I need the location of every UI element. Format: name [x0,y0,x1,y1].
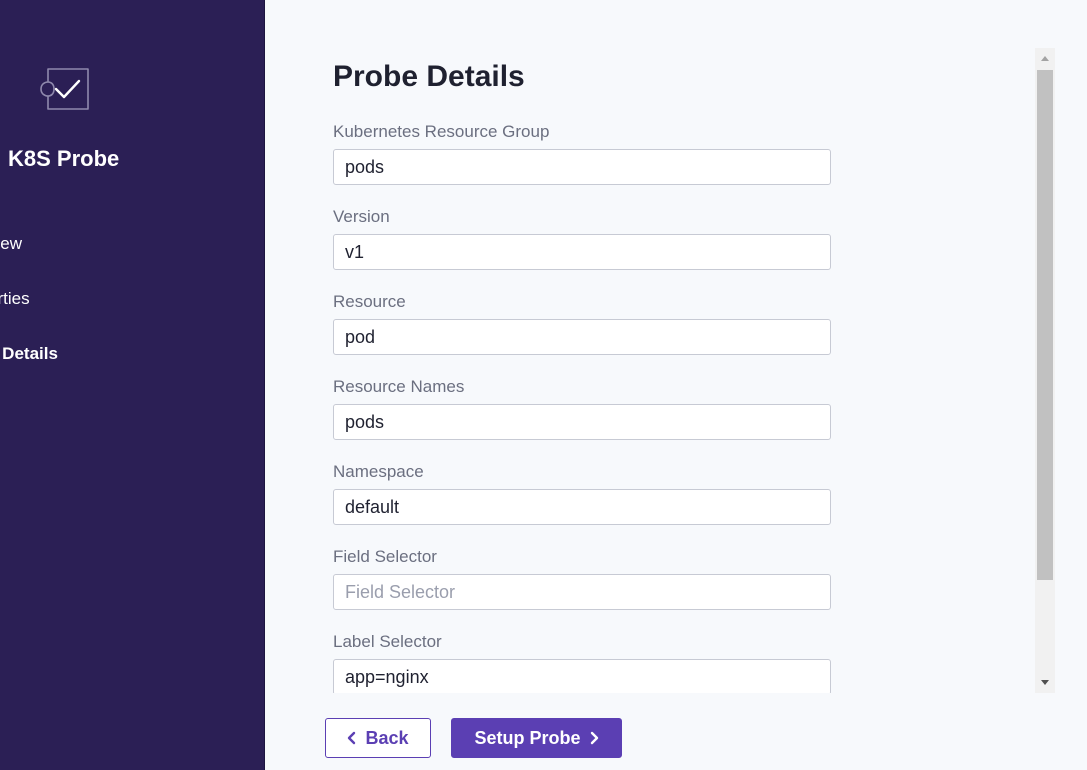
form-scroll-area[interactable]: Probe Details Kubernetes Resource Group … [265,48,1033,693]
resource-group-input[interactable] [333,149,831,185]
page-title: Probe Details [333,60,525,93]
scroll-up-arrow-icon[interactable] [1035,48,1055,68]
setup-probe-button[interactable]: Setup Probe [451,718,622,758]
field-selector-label: Field Selector [333,547,437,566]
vertical-scrollbar[interactable] [1035,48,1055,693]
scroll-down-arrow-icon[interactable] [1035,673,1055,693]
step-probe-details[interactable]: e Details [0,344,58,364]
field-selector-input[interactable] [333,574,831,610]
namespace-input[interactable] [333,489,831,525]
setup-probe-button-label: Setup Probe [474,727,581,748]
probe-title: K8S Probe [8,146,120,171]
step-overview[interactable]: view [0,234,22,254]
resource-names-input[interactable] [333,404,831,440]
sidebar: K8S Probe view erties e Details [0,0,265,770]
resource-label: Resource [333,292,406,311]
label-selector-label: Label Selector [333,632,442,651]
resource-input[interactable] [333,319,831,355]
resource-group-label: Kubernetes Resource Group [333,122,550,141]
version-input[interactable] [333,234,831,270]
chevron-left-icon [348,731,356,745]
scrollbar-thumb[interactable] [1037,70,1053,580]
back-button-label: Back [365,727,409,748]
puzzle-check-icon [40,68,89,110]
back-button[interactable]: Back [325,718,431,758]
namespace-label: Namespace [333,462,424,481]
version-label: Version [333,207,390,226]
chevron-right-icon [590,731,598,745]
label-selector-input[interactable] [333,659,831,693]
resource-names-label: Resource Names [333,377,465,396]
main-content: Probe Details Kubernetes Resource Group … [265,0,1087,770]
step-properties[interactable]: erties [0,289,30,309]
